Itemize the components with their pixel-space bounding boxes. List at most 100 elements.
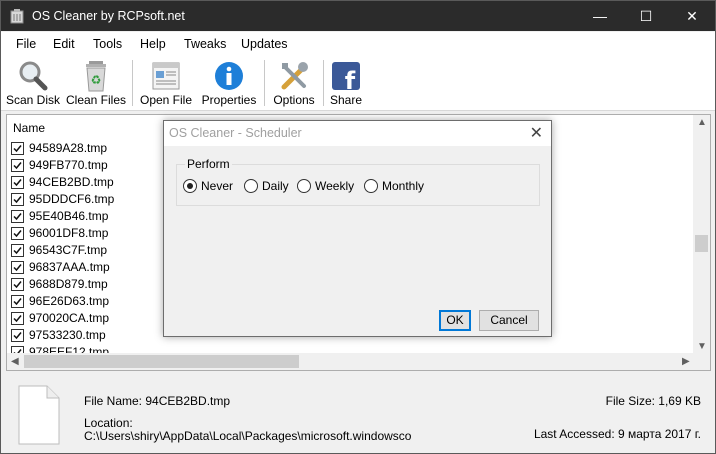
horizontal-scroll-thumb[interactable] — [24, 355, 299, 368]
last-accessed-text: Last Accessed: 9 марта 2017 г. — [533, 427, 701, 441]
svg-text:♻: ♻ — [91, 73, 102, 87]
properties-button[interactable]: Properties — [198, 58, 260, 108]
checkmark-icon — [13, 264, 22, 272]
app-icon — [10, 9, 24, 24]
ok-button[interactable]: OK — [439, 310, 471, 331]
file-name: 96543C7F.tmp — [29, 243, 108, 257]
location-path: C:\Users\shiry\AppData\Local\Packages\mi… — [84, 429, 412, 443]
vertical-scrollbar[interactable]: ▲ ▼ — [693, 115, 710, 354]
file-name: 95DDDCF6.tmp — [29, 192, 115, 206]
toolbar: Scan Disk ♻ Clean Files Open File Proper… — [1, 56, 715, 111]
row-checkbox[interactable] — [11, 295, 24, 308]
row-checkbox[interactable] — [11, 210, 24, 223]
scan-disk-button[interactable]: Scan Disk — [5, 58, 61, 108]
dialog-title: OS Cleaner - Scheduler — [169, 126, 302, 140]
menu-bar: File Edit Tools Help Tweaks Updates — [1, 32, 715, 56]
row-checkbox[interactable] — [11, 176, 24, 189]
svg-text:f: f — [345, 67, 356, 92]
checkmark-icon — [13, 298, 22, 306]
location-label: Location: — [84, 416, 133, 430]
row-checkbox[interactable] — [11, 244, 24, 257]
title-bar: OS Cleaner by RCPsoft.net — ☐ ✕ — [1, 1, 715, 31]
radio-circle[interactable] — [297, 179, 311, 193]
perform-label: Perform — [185, 157, 232, 171]
scan-disk-label: Scan Disk — [5, 93, 61, 107]
scroll-left-icon[interactable]: ◀ — [11, 356, 19, 367]
close-button[interactable]: ✕ — [669, 1, 715, 31]
radio-circle[interactable] — [364, 179, 378, 193]
radio-circle[interactable] — [183, 179, 197, 193]
toolbar-separator — [323, 60, 324, 106]
menu-file[interactable]: File — [16, 37, 36, 51]
checkmark-icon — [13, 179, 22, 187]
row-checkbox[interactable] — [11, 193, 24, 206]
dialog-title-bar: OS Cleaner - Scheduler ✕ — [164, 121, 551, 146]
row-checkbox[interactable] — [11, 278, 24, 291]
file-name: 96837AAA.tmp — [29, 260, 110, 274]
minimize-button[interactable]: — — [577, 1, 623, 31]
scroll-up-icon[interactable]: ▲ — [697, 117, 707, 128]
vertical-scroll-thumb[interactable] — [695, 235, 708, 252]
radio-weekly-label: Weekly — [315, 179, 355, 193]
file-name: 96001DF8.tmp — [29, 226, 109, 240]
options-label: Options — [273, 93, 315, 107]
radio-daily-label: Daily — [262, 179, 289, 193]
options-button[interactable]: Options — [269, 58, 319, 108]
checkmark-icon — [13, 247, 22, 255]
scroll-right-icon[interactable]: ▶ — [682, 356, 690, 367]
properties-label: Properties — [201, 93, 257, 107]
checkmark-icon — [13, 332, 22, 340]
checkmark-icon — [13, 196, 22, 204]
status-panel: File Name: 94CEB2BD.tmp Location: C:\Use… — [1, 373, 715, 453]
checkmark-icon — [13, 315, 22, 323]
checkmark-icon — [13, 162, 22, 170]
toolbar-separator — [264, 60, 265, 106]
open-file-button[interactable]: Open File — [138, 58, 194, 108]
maximize-button[interactable]: ☐ — [623, 1, 669, 31]
open-file-label: Open File — [139, 93, 193, 107]
file-name: 94589A28.tmp — [29, 141, 108, 155]
menu-edit[interactable]: Edit — [53, 37, 75, 51]
row-checkbox[interactable] — [11, 159, 24, 172]
magnifier-icon — [19, 61, 48, 91]
window-icon — [152, 62, 180, 90]
menu-help[interactable]: Help — [140, 37, 166, 51]
menu-updates[interactable]: Updates — [241, 37, 288, 51]
clean-files-label: Clean Files — [65, 93, 127, 107]
row-checkbox[interactable] — [11, 329, 24, 342]
toolbar-separator — [132, 60, 133, 106]
tools-icon — [281, 62, 308, 90]
row-checkbox[interactable] — [11, 312, 24, 325]
file-name: 970020CA.tmp — [29, 311, 110, 325]
info-icon — [215, 62, 243, 90]
row-checkbox[interactable] — [11, 227, 24, 240]
checkmark-icon — [13, 213, 22, 221]
clean-files-button[interactable]: ♻ Clean Files — [65, 58, 127, 108]
file-name-text: File Name: 94CEB2BD.tmp — [84, 394, 231, 408]
share-label: Share — [329, 93, 363, 107]
cancel-button[interactable]: Cancel — [479, 310, 539, 331]
row-checkbox[interactable] — [11, 142, 24, 155]
checkmark-icon — [13, 145, 22, 153]
row-checkbox[interactable] — [11, 261, 24, 274]
radio-never-label: Never — [201, 179, 234, 193]
dialog-close-button[interactable]: ✕ — [530, 123, 543, 143]
file-icon — [18, 385, 60, 445]
file-name: 94CEB2BD.tmp — [29, 175, 114, 189]
file-name: 9688D879.tmp — [29, 277, 108, 291]
radio-circle[interactable] — [244, 179, 258, 193]
radio-monthly-label: Monthly — [382, 179, 425, 193]
menu-tweaks[interactable]: Tweaks — [184, 37, 226, 51]
share-button[interactable]: f Share — [327, 58, 365, 108]
radio-selected-dot — [187, 183, 193, 189]
perform-group: Perform Never Daily Weekly Monthly — [176, 157, 540, 206]
file-name: 97533230.tmp — [29, 328, 106, 342]
file-name: 96E26D63.tmp — [29, 294, 110, 308]
scroll-down-icon[interactable]: ▼ — [697, 341, 707, 352]
recycle-bin-icon: ♻ — [86, 61, 106, 92]
facebook-icon: f — [332, 62, 360, 92]
file-name: 949FB770.tmp — [29, 158, 108, 172]
menu-tools[interactable]: Tools — [93, 37, 122, 51]
horizontal-scrollbar[interactable]: ◀ ▶ — [7, 353, 710, 370]
scheduler-dialog: OS Cleaner - Scheduler ✕ Perform Never D… — [163, 120, 552, 337]
